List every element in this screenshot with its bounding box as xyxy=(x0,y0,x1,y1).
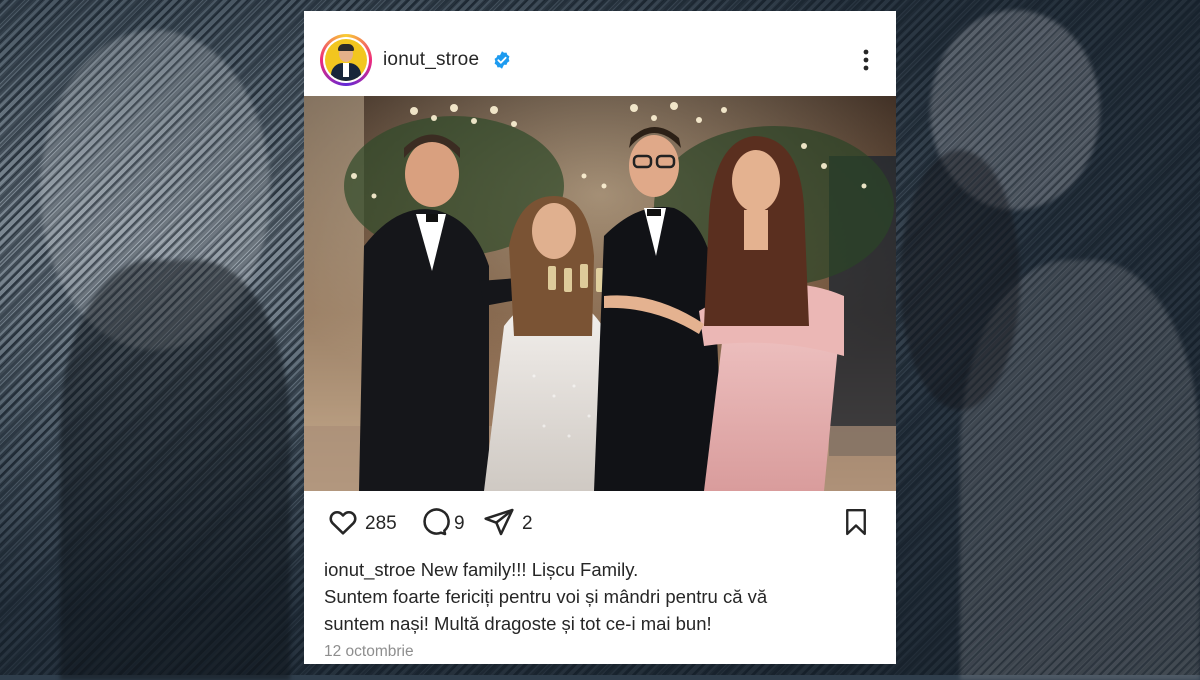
caption-line-1: New family!!! Lișcu Family. xyxy=(420,559,639,580)
shares-count: 2 xyxy=(522,513,533,534)
post-caption: ionut_stroe New family!!! Lișcu Family. … xyxy=(324,556,864,637)
comment-bubble-icon[interactable] xyxy=(416,506,450,538)
caption-line-2: Suntem foarte fericiți pentru voi și mân… xyxy=(324,586,768,607)
comments-count: 9 xyxy=(454,513,465,534)
bookmark-icon[interactable] xyxy=(841,506,871,538)
verified-badge-icon xyxy=(494,51,510,69)
more-vertical-icon[interactable] xyxy=(854,46,878,74)
post-photo[interactable] xyxy=(304,96,896,491)
likes-count: 285 xyxy=(365,513,397,534)
share-paper-plane-icon[interactable] xyxy=(482,506,516,538)
caption-line-3: suntem nași! Multă dragoste și tot ce-i … xyxy=(324,613,712,634)
post-date: 12 octombrie xyxy=(324,643,414,660)
like-heart-icon[interactable] xyxy=(326,506,360,538)
post-username[interactable]: ionut_stroe xyxy=(383,49,479,71)
profile-avatar[interactable] xyxy=(320,34,372,86)
post-actions-bar: 285 9 2 xyxy=(304,491,896,553)
instagram-post-card: ionut_stroe 285 9 2 ionut_stroe New fami… xyxy=(304,11,896,664)
post-header: ionut_stroe xyxy=(304,11,896,96)
caption-username[interactable]: ionut_stroe xyxy=(324,559,416,580)
